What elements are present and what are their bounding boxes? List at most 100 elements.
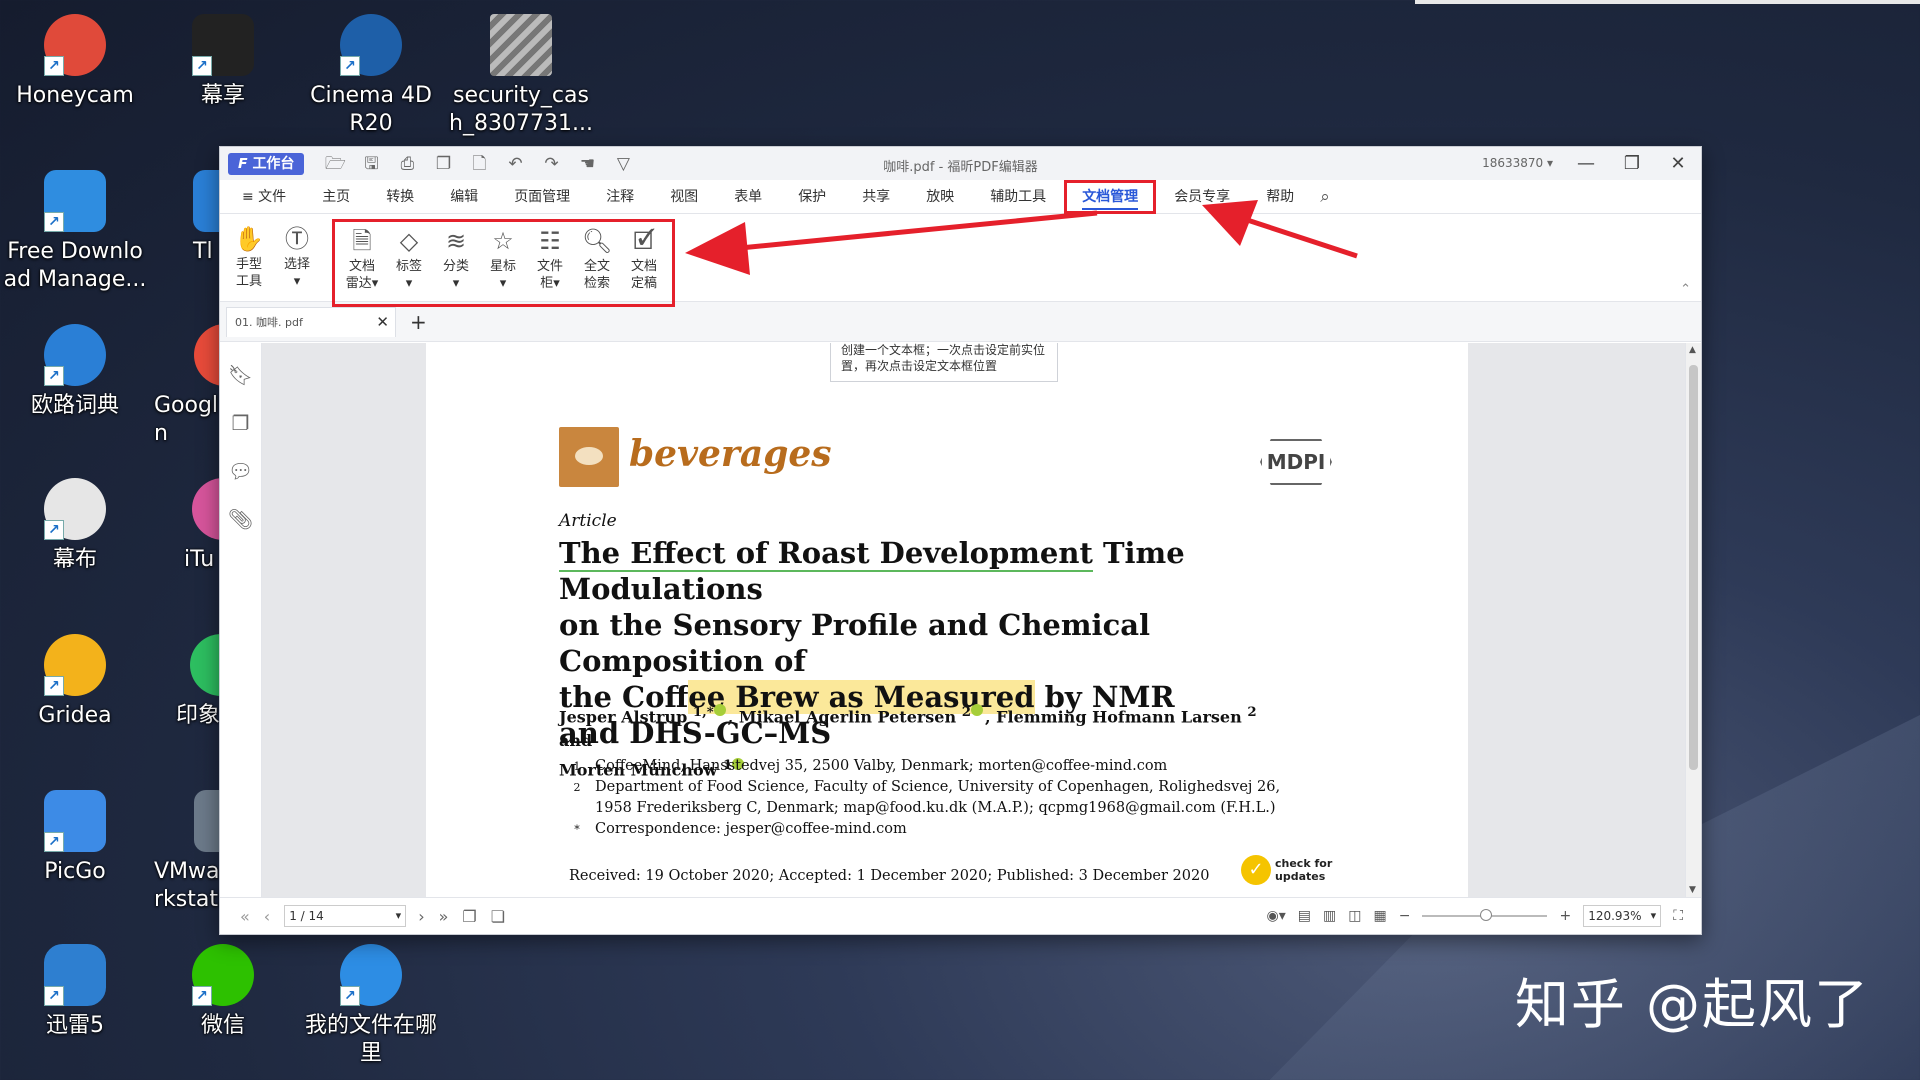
first-page-icon[interactable]: « <box>240 907 250 926</box>
single-page-icon[interactable]: ▤ <box>1298 908 1311 924</box>
page-number-input[interactable]: 1 / 14 <box>284 905 407 927</box>
redo-icon[interactable]: ↷ <box>538 153 564 175</box>
desktop-icon-label: VMwa rkstati <box>154 859 220 912</box>
menu-assist-tools[interactable]: 辅助工具 <box>972 180 1064 214</box>
search-icon[interactable]: ⌕ <box>1320 187 1330 207</box>
menu-form[interactable]: 表单 <box>716 180 780 214</box>
aff-number: 2 <box>573 781 581 794</box>
hand-tool-button[interactable]: ✋ 手型 工具 <box>226 222 272 290</box>
desktop-icon-gridea[interactable]: ↗ Gridea <box>0 634 150 730</box>
desktop-icon-cinema4d[interactable]: ↗ Cinema 4D R20 <box>296 14 446 138</box>
scroll-down-icon[interactable]: ▼ <box>1689 885 1696 895</box>
menu-file[interactable]: ≡ 文件 <box>220 180 304 214</box>
desktop-icon-google[interactable]: Googl n <box>148 324 220 448</box>
zoom-select[interactable]: 120.93% <box>1583 905 1662 927</box>
scroll-up-icon[interactable]: ▲ <box>1689 345 1696 355</box>
finalize-doc-button[interactable]: 🗹 文档 定稿 <box>621 224 667 301</box>
next-page-icon[interactable]: › <box>418 907 424 926</box>
full-text-search-button[interactable]: 🔍︎ 全文 检索 <box>574 224 620 301</box>
eye-dropdown-icon[interactable]: ◉▾ <box>1267 908 1286 924</box>
desktop-icon-vmware[interactable]: VMwa rkstati <box>148 790 220 914</box>
minimize-icon[interactable]: — <box>1563 147 1609 180</box>
hand-dropdown-icon[interactable]: ☚ <box>574 153 600 175</box>
desktop-icon-xunlei[interactable]: ↗ 迅雷5 <box>0 944 150 1040</box>
undo-icon[interactable]: ↶ <box>502 153 528 175</box>
desktop-icon-honeycam[interactable]: ↗ Honeycam <box>0 14 150 110</box>
copy-doc-icon[interactable]: ❐ <box>430 153 456 175</box>
zoom-in-icon[interactable]: + <box>1559 908 1571 924</box>
aff-number: * <box>574 823 580 836</box>
desktop-icon-picgo[interactable]: ↗ PicGo <box>0 790 150 886</box>
mdpi-logo: MDPI <box>1260 439 1332 485</box>
last-page-icon[interactable]: » <box>439 907 449 926</box>
close-icon[interactable]: ✕ <box>1655 147 1701 180</box>
check-for-updates-badge[interactable]: ✓ check for updates <box>1241 855 1332 885</box>
prev-page-icon[interactable]: ‹ <box>264 907 270 926</box>
desktop-icon-eudic[interactable]: ↗ 欧路词典 <box>0 324 150 420</box>
scroll-thumb[interactable] <box>1689 365 1698 770</box>
menu-annotate[interactable]: 注释 <box>588 180 652 214</box>
account-dropdown[interactable]: 18633870 ▾ <box>1482 156 1553 170</box>
menu-page-management[interactable]: 页面管理 <box>496 180 588 214</box>
paste-page-icon[interactable]: ❏ <box>491 907 505 926</box>
menu-document-management[interactable]: 文档管理 <box>1064 179 1157 214</box>
category-button[interactable]: ≋ 分类 ▾ <box>433 224 479 301</box>
desktop-icon-mubu[interactable]: ↗ 幕布 <box>0 478 150 574</box>
menu-home[interactable]: 主页 <box>304 180 368 214</box>
pages-icon[interactable]: ❐ <box>220 411 261 459</box>
workbench-button[interactable]: 𝙁 工作台 <box>228 152 305 175</box>
two-continuous-icon[interactable]: ▦ <box>1373 908 1386 924</box>
doc-radar-button[interactable]: 🗎 文档 雷达▾ <box>339 224 385 301</box>
fullscreen-icon[interactable]: ⛶ <box>1673 908 1683 924</box>
bookmark-icon[interactable]: 🔖︎ <box>220 363 261 411</box>
open-icon[interactable]: 🗁 <box>322 153 348 175</box>
orcid-icon <box>713 704 726 717</box>
comments-icon[interactable]: 💬︎ <box>220 459 261 507</box>
vertical-scrollbar[interactable]: ▲ ▼ <box>1685 343 1701 897</box>
ribbon-label: 分类 <box>442 259 469 274</box>
new-tab-icon[interactable]: + <box>410 310 427 334</box>
star-button[interactable]: ☆ 星标 ▾ <box>480 224 526 301</box>
author-name: Jesper Alstrup <box>559 707 688 727</box>
desktop-icon-itunes[interactable]: iTu <box>148 478 220 574</box>
continuous-page-icon[interactable]: ▥ <box>1323 908 1336 924</box>
menu-share[interactable]: 共享 <box>844 180 908 214</box>
menu-protect[interactable]: 保护 <box>780 180 844 214</box>
page-nav-left: « ‹ <box>240 907 270 926</box>
attachment-icon[interactable]: 📎︎ <box>220 507 261 555</box>
close-tab-icon[interactable]: ✕ <box>376 313 389 331</box>
two-page-icon[interactable]: ◫ <box>1348 908 1361 924</box>
file-cabinet-button[interactable]: ☷ 文件 柜▾ <box>527 224 573 301</box>
restore-icon[interactable]: ❐ <box>1609 147 1655 180</box>
author-text: and <box>559 731 593 751</box>
check-icon: ✓ <box>1241 855 1271 885</box>
menu-slideshow[interactable]: 放映 <box>908 180 972 214</box>
menu-edit[interactable]: 编辑 <box>432 180 496 214</box>
collapse-ribbon-icon[interactable]: ⌃ <box>1680 282 1691 297</box>
desktop-icon-tl[interactable]: Tl <box>148 170 220 266</box>
save-icon[interactable]: 🖫 <box>358 153 384 175</box>
document-tab[interactable]: 01. 咖啡. pdf ✕ <box>226 306 396 337</box>
menu-member[interactable]: 会员专享 <box>1156 180 1248 214</box>
menu-view[interactable]: 视图 <box>652 180 716 214</box>
document-canvas[interactable]: 创建一个文本框；一次点击设定前实位置，再次点击设定文本框位置 beverages… <box>262 343 1685 897</box>
tooltip: 创建一个文本框；一次点击设定前实位置，再次点击设定文本框位置 <box>830 343 1058 382</box>
desktop-icon-security-cash[interactable]: security_cas h_8307731... <box>446 14 596 138</box>
desktop-icon-wechat[interactable]: ↗ 微信 <box>148 944 298 1040</box>
print-icon[interactable]: ⎙ <box>394 153 420 175</box>
tag-button[interactable]: ◇ 标签 ▾ <box>386 224 432 301</box>
copy-page-icon[interactable]: ❐ <box>462 907 476 926</box>
menu-help[interactable]: 帮助 <box>1248 180 1312 214</box>
menu-convert[interactable]: 转换 <box>368 180 432 214</box>
desktop-icon-evernote[interactable]: 印象 <box>148 634 220 730</box>
desktop-icon-my-files[interactable]: ↗ 我的文件在哪 里 <box>296 944 446 1068</box>
zoom-slider[interactable] <box>1422 909 1548 921</box>
customize-dropdown-icon[interactable]: ▽ <box>610 153 636 175</box>
pdf-editor-window: 𝙁 工作台 🗁 🖫 ⎙ ❐ 🗋 ↶ ↷ ☚ ▽ 咖啡.pdf - 福昕PDF编辑… <box>219 146 1702 935</box>
new-doc-icon[interactable]: 🗋 <box>466 153 492 175</box>
zoom-out-icon[interactable]: − <box>1399 908 1411 924</box>
select-tool-button[interactable]: Ⓣ 选择 ▾ <box>274 222 320 290</box>
desktop-icon-free-download-manager[interactable]: ↗ Free Downlo ad Manage... <box>0 170 150 294</box>
desktop-icon-muxiang[interactable]: ↗ 幕享 <box>148 14 298 110</box>
zoom-slider-knob[interactable] <box>1480 909 1493 921</box>
